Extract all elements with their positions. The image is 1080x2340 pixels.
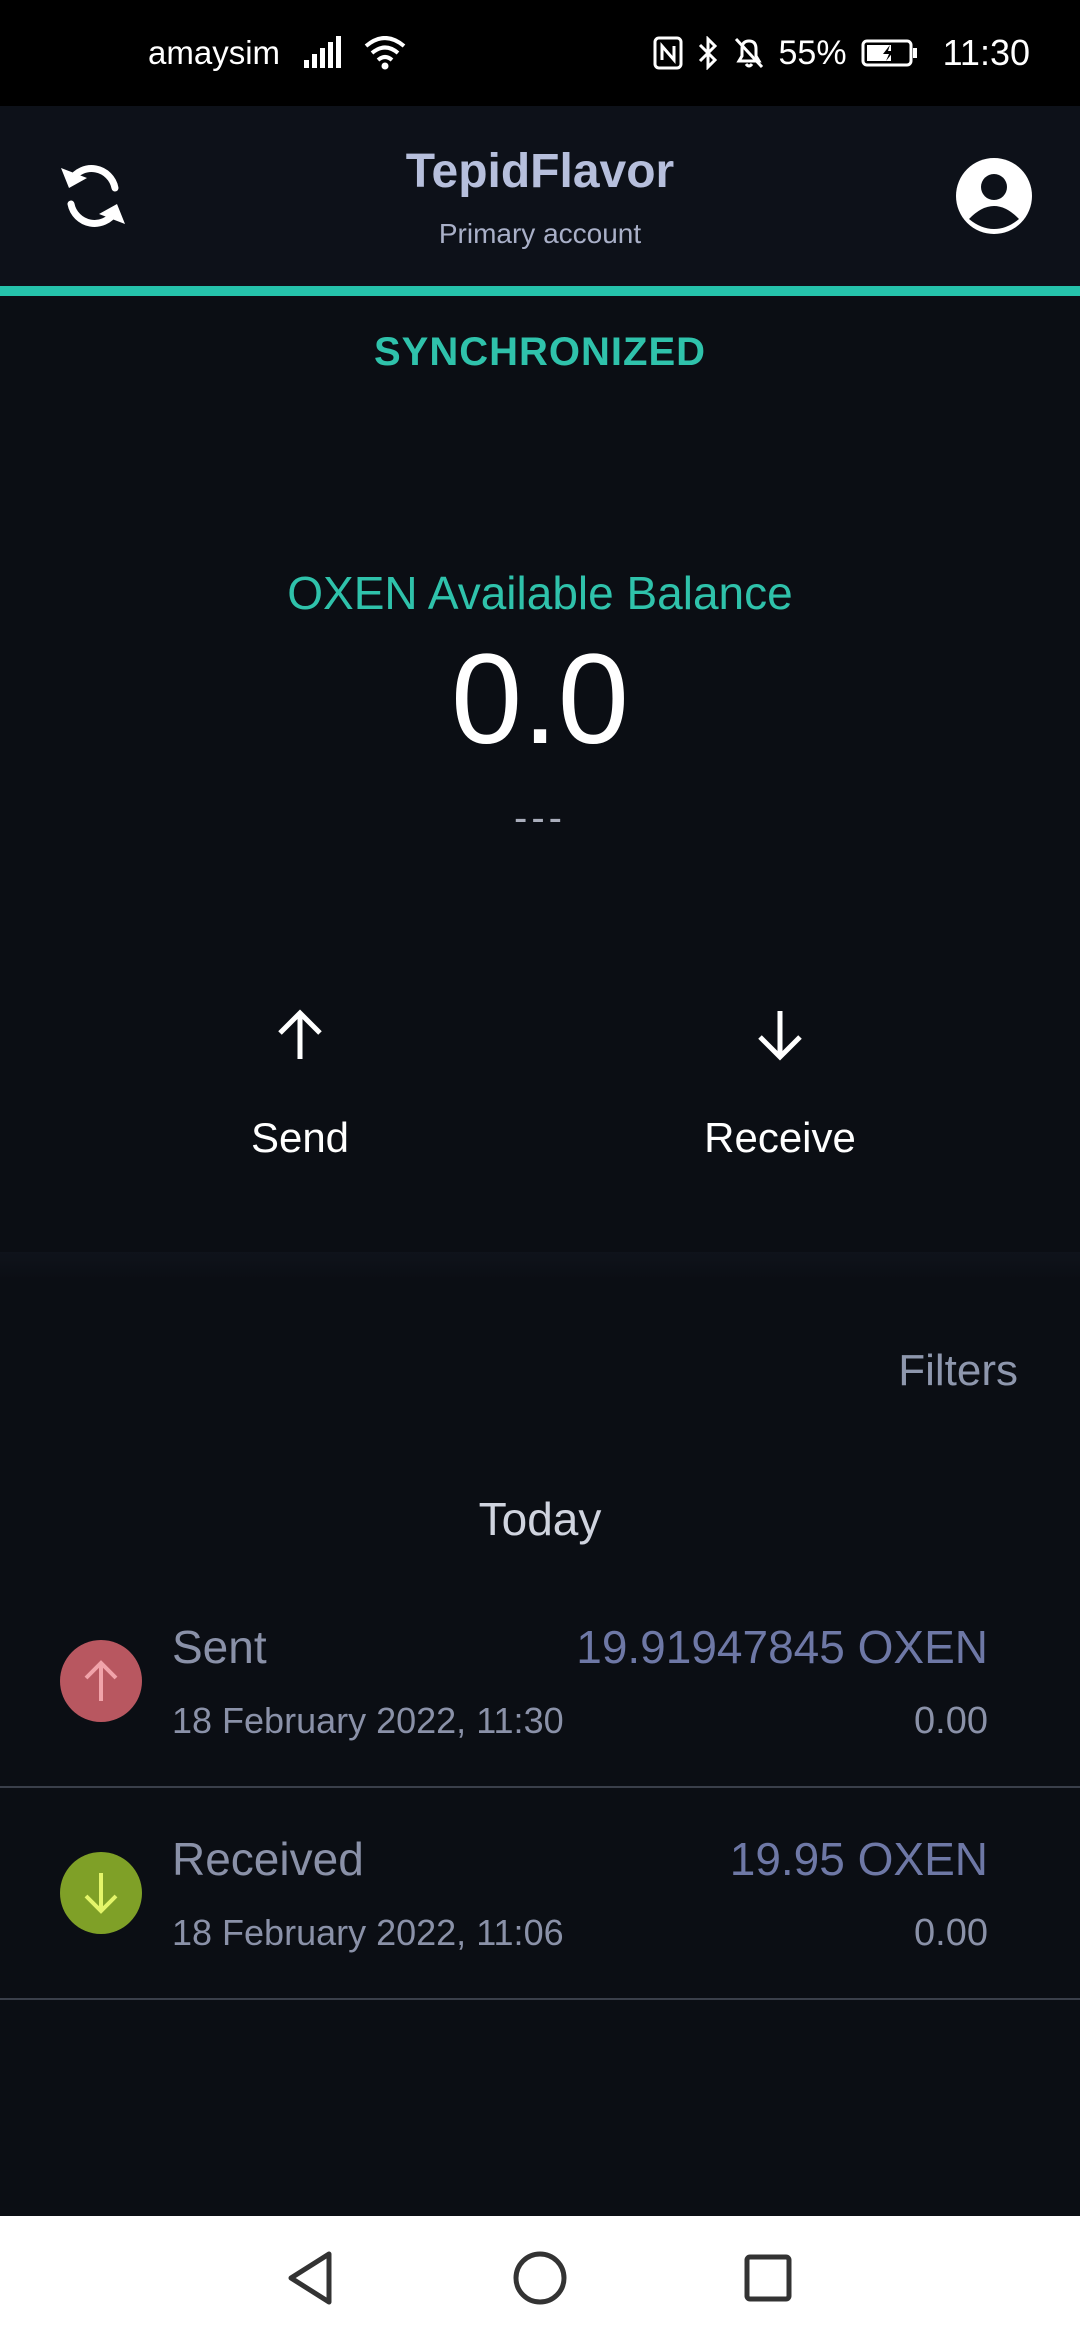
send-button[interactable]: Send <box>170 1000 430 1180</box>
balance-label: OXEN Available Balance <box>287 567 793 619</box>
nfc-icon <box>653 36 683 70</box>
sync-progress-bar <box>0 286 1080 296</box>
clock: 11:30 <box>942 32 1030 73</box>
section-divider <box>0 1252 1080 1280</box>
transaction-fiat: 0.00 <box>914 1912 988 1954</box>
status-right: 55% 11:30 <box>653 0 1030 106</box>
app-header: TepidFlavor Primary account <box>0 106 1080 286</box>
home-button[interactable] <box>500 2238 580 2318</box>
transaction-row[interactable]: Sent 18 February 2022, 11:30 19.91947845… <box>0 1576 1080 1788</box>
transaction-date: 18 February 2022, 11:06 <box>172 1912 564 1953</box>
balance-fiat: --- <box>514 796 566 840</box>
transaction-fiat: 0.00 <box>914 1700 988 1742</box>
wifi-icon <box>364 36 406 70</box>
navigation-bar <box>0 2216 1080 2340</box>
arrow-up-icon <box>265 1000 335 1070</box>
account-icon <box>956 158 1032 234</box>
account-button[interactable] <box>944 146 1044 246</box>
recents-button[interactable] <box>728 2238 808 2318</box>
account-label: Primary account <box>438 218 642 249</box>
status-bar: amaysim 55% 11:30 <box>0 0 1080 106</box>
transaction-date: 18 February 2022, 11:30 <box>172 1700 564 1741</box>
send-label: Send <box>250 1114 350 1161</box>
carrier-name: amaysim <box>148 34 281 71</box>
receive-label: Receive <box>704 1114 856 1161</box>
date-group-label: Today <box>478 1493 602 1545</box>
battery-icon <box>861 38 919 68</box>
recents-icon <box>744 2254 792 2302</box>
bluetooth-icon <box>697 36 719 70</box>
sync-status: SYNCHRONIZED <box>373 330 707 374</box>
transaction-type: Sent <box>172 1621 267 1673</box>
transaction-amount: 19.91947845 OXEN <box>576 1621 988 1673</box>
signal-icon <box>302 36 342 70</box>
arrow-down-icon <box>745 1000 815 1070</box>
transaction-type: Received <box>172 1833 364 1885</box>
received-badge-icon <box>60 1852 142 1934</box>
mute-icon <box>733 36 765 70</box>
transaction-row[interactable]: Received 18 February 2022, 11:06 19.95 O… <box>0 1788 1080 2000</box>
receive-button[interactable]: Receive <box>650 1000 910 1180</box>
status-left: amaysim <box>148 0 406 106</box>
filters-button[interactable]: Filters <box>898 1346 1018 1396</box>
back-icon <box>288 2251 332 2305</box>
transaction-amount: 19.95 OXEN <box>729 1833 988 1885</box>
balance-value: 0.0 <box>451 628 629 771</box>
wallet-name: TepidFlavor <box>405 145 675 198</box>
battery-percent: 55% <box>778 33 847 72</box>
sent-badge-icon <box>60 1640 142 1722</box>
back-button[interactable] <box>270 2238 350 2318</box>
home-icon <box>513 2251 567 2305</box>
